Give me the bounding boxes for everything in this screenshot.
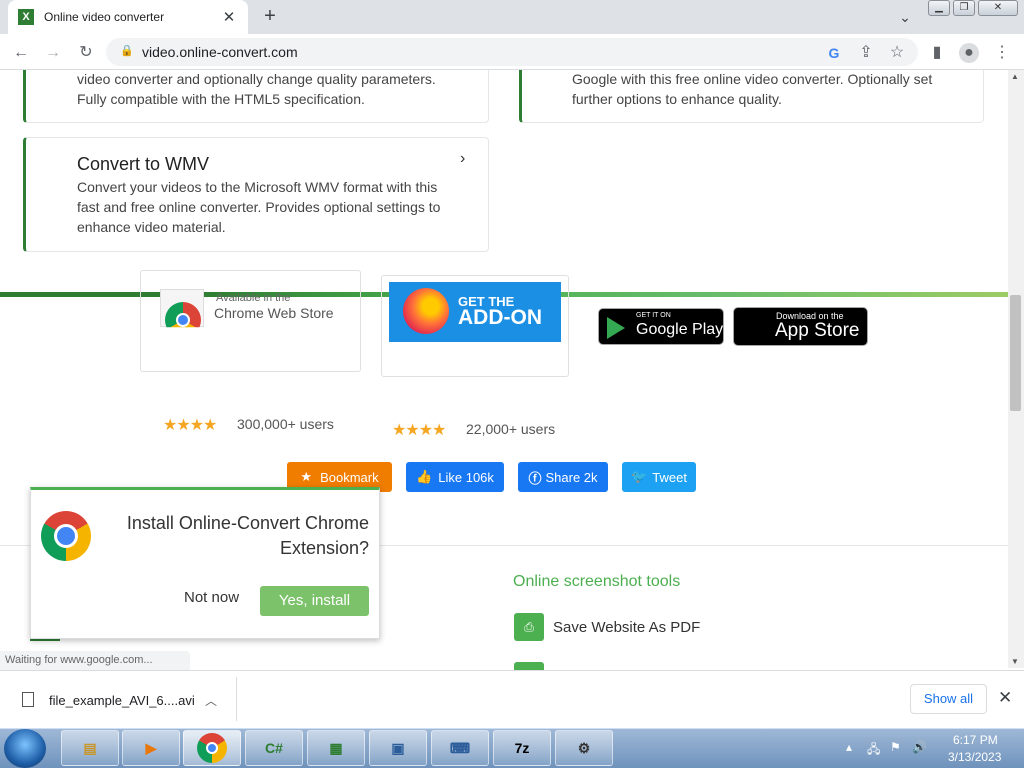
maximize-button[interactable]: ❐ — [953, 0, 975, 16]
firefox-icon — [403, 288, 449, 334]
facebook-icon: ⓕ — [528, 470, 542, 486]
url-text[interactable]: video.online-convert.com — [142, 44, 298, 60]
card-description: Convert your videos to the Microsoft WMV… — [77, 177, 440, 237]
7zip-taskbar-icon[interactable]: 7z — [493, 730, 551, 766]
google-icon[interactable]: G — [824, 43, 844, 63]
chrome-taskbar-icon[interactable] — [183, 730, 241, 766]
twitter-icon: 🐦 — [631, 469, 648, 484]
card-desc-line: fast and free online converter. Provides… — [77, 199, 441, 215]
file-icon — [22, 692, 34, 707]
show-all-button[interactable]: Show all — [910, 684, 987, 714]
like-label: Like 106k — [438, 469, 494, 485]
chrome-web-store-icon — [160, 289, 204, 328]
bookmark-label: Bookmark — [320, 469, 379, 485]
taskbar-time[interactable]: 6:17 PM — [953, 733, 998, 747]
converter-card-top-left[interactable]: video converter and optionally change qu… — [23, 70, 489, 123]
start-button[interactable] — [4, 729, 46, 768]
tweet-button[interactable]: 🐦 Tweet — [622, 462, 696, 492]
side-panel-icon[interactable]: ▮ — [927, 43, 947, 63]
csharp-taskbar-icon[interactable]: C# — [245, 730, 303, 766]
tweet-label: Tweet — [652, 469, 687, 485]
thumbs-up-icon: 👍 — [416, 469, 433, 484]
ff-label: ADD-ON — [458, 306, 542, 329]
popup-message: Install Online-Convert Chrome Extension? — [126, 513, 369, 558]
forward-icon[interactable]: → — [43, 43, 63, 63]
like-button[interactable]: 👍 Like 106k — [406, 462, 504, 492]
minimize-button[interactable]: ▁ — [928, 0, 950, 16]
cws-users: 300,000+ users — [237, 416, 334, 432]
chevron-right-icon: › — [460, 150, 466, 167]
card-desc-line: Google with this free online video conve… — [572, 71, 933, 87]
save-website-as-pdf-link[interactable]: Save Website As PDF — [553, 619, 700, 636]
taskbar-date[interactable]: 3/13/2023 — [948, 750, 1001, 764]
site-favicon-icon: X — [18, 9, 34, 25]
scroll-down-icon[interactable]: ▼ — [1011, 657, 1019, 666]
profile-icon[interactable]: ● — [959, 43, 979, 63]
card-desc-line: further options to enhance quality. — [572, 91, 782, 107]
network-icon[interactable]: 🖧 — [867, 740, 880, 761]
scroll-up-icon[interactable]: ▲ — [1011, 72, 1019, 81]
status-bubble: Waiting for www.google.com... — [0, 651, 190, 670]
media-player-taskbar-icon[interactable]: ▶ — [122, 730, 180, 766]
back-icon[interactable]: ← — [11, 43, 31, 63]
pdf-icon[interactable]: ⎙ — [514, 613, 544, 641]
menu-icon[interactable]: ⋮ — [992, 43, 1012, 63]
card-description: Google with this free online video conve… — [572, 70, 932, 109]
new-tab-button[interactable]: + — [258, 4, 282, 28]
keyboard-taskbar-icon[interactable]: ⌨ — [431, 730, 489, 766]
show-hidden-icons-icon[interactable]: ▴ — [846, 740, 852, 754]
rating-stars-icon: ★★★★ — [163, 417, 217, 434]
lock-icon[interactable]: 🔒 — [120, 44, 134, 58]
browser-tab[interactable]: X Online video converter ✕ — [8, 0, 248, 34]
card-desc-line: enhance video material. — [77, 219, 226, 235]
chrome-logo-icon — [41, 511, 91, 561]
gplay-label-small: GET IT ON — [636, 312, 671, 319]
converter-card-top-right[interactable]: Google with this free online video conve… — [519, 70, 984, 123]
explorer-taskbar-icon[interactable]: ▤ — [61, 730, 119, 766]
flag-icon[interactable]: ⚑ — [890, 740, 901, 754]
close-icon[interactable]: ✕ — [998, 688, 1012, 708]
footer-link-icon[interactable] — [514, 662, 544, 670]
facebook-share-button[interactable]: ⓕ Share 2k — [518, 462, 608, 492]
install-extension-popup — [30, 487, 380, 639]
reload-icon[interactable]: ↻ — [76, 43, 96, 63]
cws-label: Chrome Web Store — [214, 305, 334, 321]
tab-search-icon[interactable]: ⌄ — [894, 6, 916, 28]
shelf-separator — [236, 677, 237, 721]
not-now-button[interactable]: Not now — [184, 589, 239, 606]
star-icon: ★ — [300, 469, 313, 484]
tab-title: Online video converter — [44, 10, 165, 24]
settings-taskbar-icon[interactable]: ⚙ — [555, 730, 613, 766]
footer-section-title: Online screenshot tools — [513, 573, 681, 590]
cws-label-small: Available in the — [216, 292, 291, 304]
terminal-taskbar-icon[interactable]: ▦ — [307, 730, 365, 766]
card-title: Convert to WMV — [77, 154, 210, 174]
download-file-name[interactable]: file_example_AVI_6....avi — [49, 693, 195, 708]
card-description: video converter and optionally change qu… — [77, 70, 436, 109]
star-icon[interactable]: ☆ — [887, 43, 907, 63]
convert-to-wmv-card[interactable]: Convert to WMV › Convert your videos to … — [23, 137, 489, 252]
gplay-label: Google Play — [636, 321, 724, 338]
close-tab-icon[interactable]: ✕ — [220, 8, 238, 26]
card-desc-line: Fully compatible with the HTML5 specific… — [77, 91, 365, 107]
card-desc-line: video converter and optionally change qu… — [77, 71, 436, 87]
share-label: Share 2k — [545, 469, 598, 485]
chevron-up-icon[interactable]: ︿ — [205, 692, 217, 709]
google-play-icon — [607, 317, 625, 339]
close-window-button[interactable]: ✕ — [978, 0, 1018, 16]
rating-stars-icon: ★★★★ — [392, 422, 446, 439]
yes-install-button[interactable]: Yes, install — [260, 586, 369, 616]
card-desc-line: Convert your videos to the Microsoft WMV… — [77, 179, 438, 195]
ff-users: 22,000+ users — [466, 421, 556, 437]
scrollbar-thumb[interactable] — [1010, 295, 1021, 411]
appstore-label: App Store — [775, 320, 860, 341]
volume-icon[interactable]: 🔊 — [912, 740, 927, 754]
share-icon[interactable]: ⇪ — [856, 43, 876, 63]
control-panel-taskbar-icon[interactable]: ▣ — [369, 730, 427, 766]
